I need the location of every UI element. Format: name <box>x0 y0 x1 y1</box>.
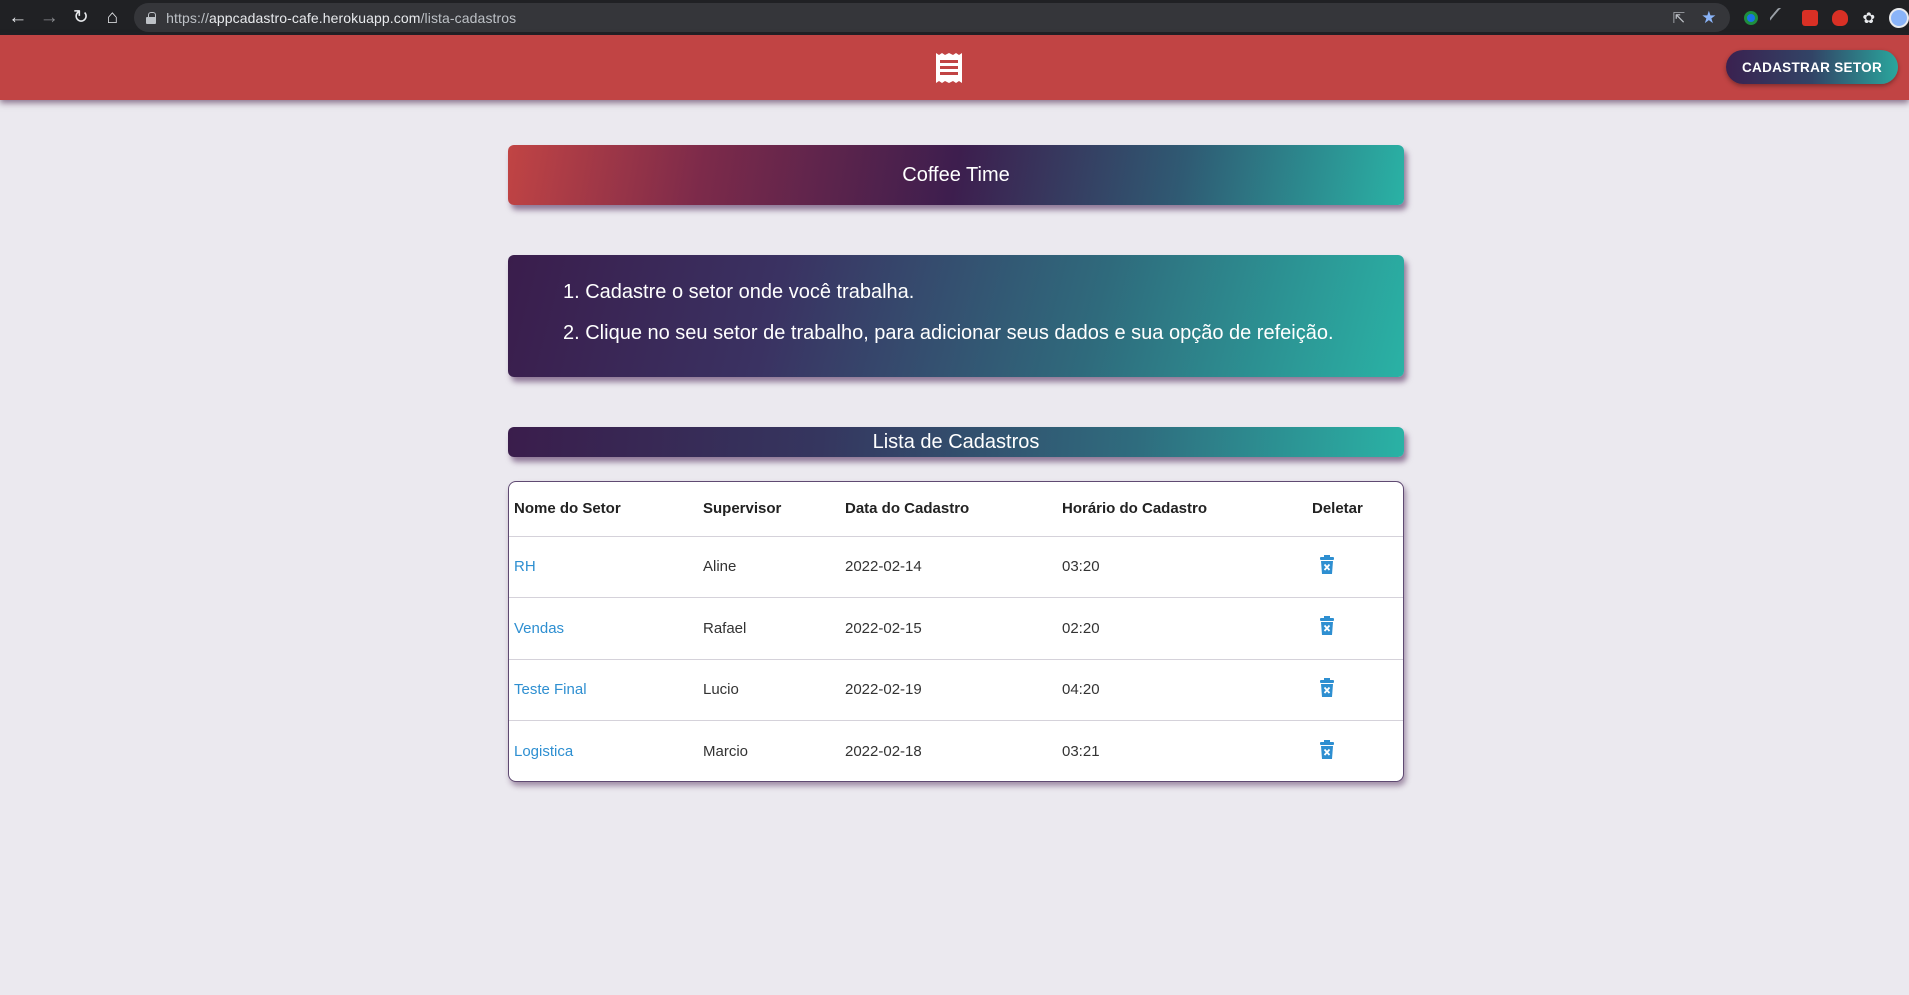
trash-icon[interactable] <box>1319 677 1335 698</box>
url-text[interactable]: https://appcadastro-cafe.herokuapp.com/l… <box>166 10 516 26</box>
column-header-horario: Horário do Cadastro <box>1057 482 1307 537</box>
share-icon[interactable]: ⇱ <box>1673 9 1686 27</box>
setor-link[interactable]: RH <box>514 558 536 575</box>
instruction-item: 1. Cadastre o setor onde você trabalha. <box>563 281 915 303</box>
supervisor-cell: Marcio <box>703 743 749 760</box>
instruction-item: 2. Clique no seu setor de trabalho, para… <box>563 322 1334 344</box>
browser-toolbar: ← → ↻ ⌂ https://appcadastro-cafe.herokua… <box>0 0 1909 35</box>
extension-icon[interactable] <box>1769 6 1792 29</box>
column-header-data: Data do Cadastro <box>840 482 1057 537</box>
cadastrar-setor-button[interactable]: CADASTRAR SETOR <box>1725 50 1898 84</box>
table-header-row: Nome do Setor Supervisor Data do Cadastr… <box>509 482 1403 537</box>
trash-icon[interactable] <box>1319 739 1335 760</box>
column-header-deletar: Deletar <box>1307 482 1403 537</box>
data-cell: 2022-02-14 <box>840 536 1057 598</box>
receipt-icon[interactable] <box>933 52 965 84</box>
table-row: Logistica Marcio 2022-02-18 03:21 <box>509 721 1403 782</box>
page-title: Coffee Time <box>902 163 1010 186</box>
home-icon[interactable]: ⌂ <box>97 0 129 35</box>
horario-cell: 04:20 <box>1057 659 1307 721</box>
data-cell: 2022-02-19 <box>840 659 1057 721</box>
setor-link[interactable]: Vendas <box>514 620 564 637</box>
extension-icon[interactable] <box>1832 9 1849 26</box>
forward-icon[interactable]: → <box>34 0 66 35</box>
column-header-supervisor: Supervisor <box>698 482 840 537</box>
page-title-card: Coffee Time <box>508 145 1404 205</box>
table-row: Vendas Rafael 2022-02-15 02:20 <box>509 597 1403 660</box>
table-row: Teste Final Lucio 2022-02-19 04:20 <box>509 659 1403 721</box>
table-row: RH Aline 2022-02-14 03:20 <box>509 536 1403 598</box>
extension-icon[interactable] <box>1744 10 1759 25</box>
app-header: CADASTRAR SETOR <box>0 35 1909 100</box>
horario-cell: 03:21 <box>1062 743 1100 760</box>
list-title: Lista de Cadastros <box>872 430 1040 453</box>
data-cell: 2022-02-15 <box>840 597 1057 660</box>
column-header-setor: Nome do Setor <box>509 482 698 537</box>
profile-avatar[interactable] <box>1889 7 1909 28</box>
setor-link[interactable]: Logistica <box>514 743 573 760</box>
trash-icon[interactable] <box>1319 554 1335 575</box>
supervisor-cell: Aline <box>698 536 840 598</box>
address-bar[interactable]: https://appcadastro-cafe.herokuapp.com/l… <box>134 3 1731 32</box>
setor-link[interactable]: Teste Final <box>514 681 587 698</box>
lock-icon <box>146 11 157 24</box>
extension-icon[interactable] <box>1802 9 1819 26</box>
puzzle-icon[interactable]: ✿ <box>1862 9 1875 27</box>
list-header: Lista de Cadastros <box>508 427 1404 457</box>
bookmark-star-icon[interactable]: ★ <box>1701 8 1716 28</box>
trash-icon[interactable] <box>1319 616 1335 636</box>
reload-icon[interactable]: ↻ <box>65 0 97 35</box>
instructions-card: 1. Cadastre o setor onde você trabalha. … <box>508 255 1404 377</box>
horario-cell: 02:20 <box>1057 597 1307 660</box>
horario-cell: 03:20 <box>1057 536 1307 598</box>
cadastros-table: Nome do Setor Supervisor Data do Cadastr… <box>509 482 1403 782</box>
cadastros-table-card: Nome do Setor Supervisor Data do Cadastr… <box>508 481 1404 782</box>
supervisor-cell: Rafael <box>698 597 840 660</box>
back-icon[interactable]: ← <box>2 0 34 35</box>
data-cell: 2022-02-18 <box>845 743 922 760</box>
instructions-list: 1. Cadastre o setor onde você trabalha. … <box>563 281 1404 344</box>
supervisor-cell: Lucio <box>698 659 840 721</box>
